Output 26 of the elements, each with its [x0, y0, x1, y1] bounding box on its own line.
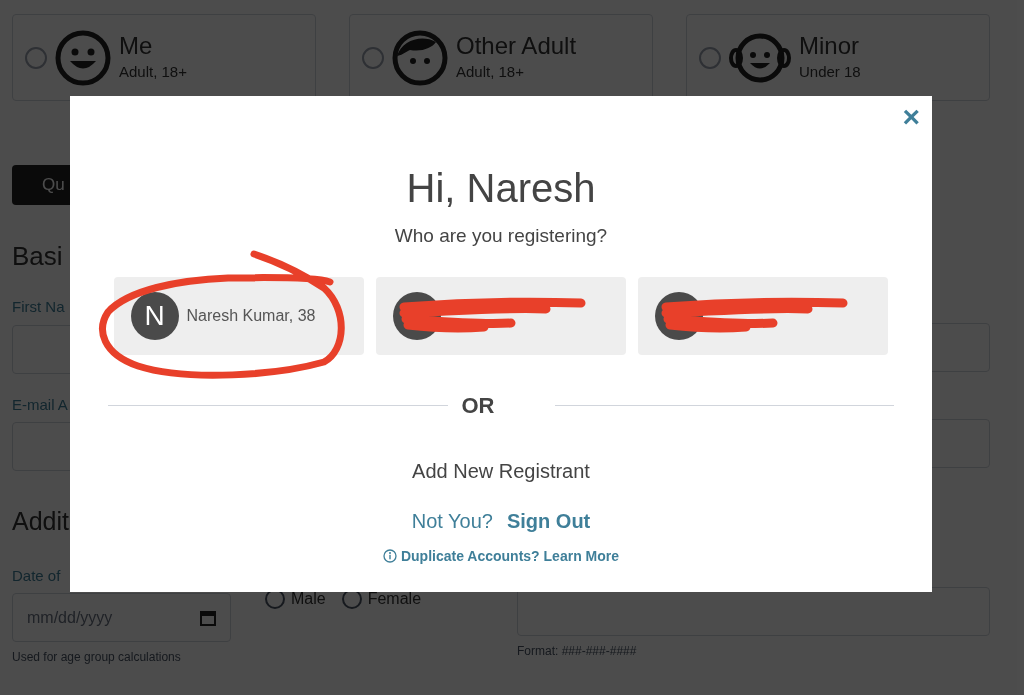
option-title: Me: [119, 31, 154, 62]
modal-title: Hi, Naresh: [406, 168, 596, 208]
close-button[interactable]: ×: [902, 102, 920, 132]
modal-subtitle: Who are you registering?: [394, 224, 608, 248]
option-subtitle: Adult, 18+: [456, 62, 525, 83]
radio-label: Female: [367, 588, 422, 609]
option-subtitle: Under 18: [799, 62, 861, 83]
option-title: Other Adult: [456, 31, 577, 62]
learn-more-link[interactable]: Duplicate Accounts? Learn More: [400, 545, 620, 567]
option-subtitle: Adult, 18+: [119, 62, 187, 83]
info-icon: [382, 549, 397, 563]
field-label: First Na: [12, 297, 65, 317]
avatar: N: [130, 291, 179, 340]
registrant-card[interactable]: [375, 276, 627, 355]
radio-label: Male: [291, 588, 326, 609]
field-label: Date of: [12, 565, 61, 586]
option-title: Minor: [799, 31, 860, 62]
field-label: E-mail A: [12, 394, 68, 415]
divider-label: OR: [461, 391, 495, 420]
add-registrant-link[interactable]: Add New Registrant: [412, 455, 590, 486]
section-heading: Addit: [12, 506, 69, 537]
section-heading: Basi: [12, 240, 63, 273]
registrant-card[interactable]: [638, 276, 889, 355]
prompt-text: Not You?: [411, 508, 493, 534]
registrant-name: Naresh Kumar, 38: [186, 305, 316, 326]
sign-out-link[interactable]: Sign Out: [506, 505, 591, 536]
